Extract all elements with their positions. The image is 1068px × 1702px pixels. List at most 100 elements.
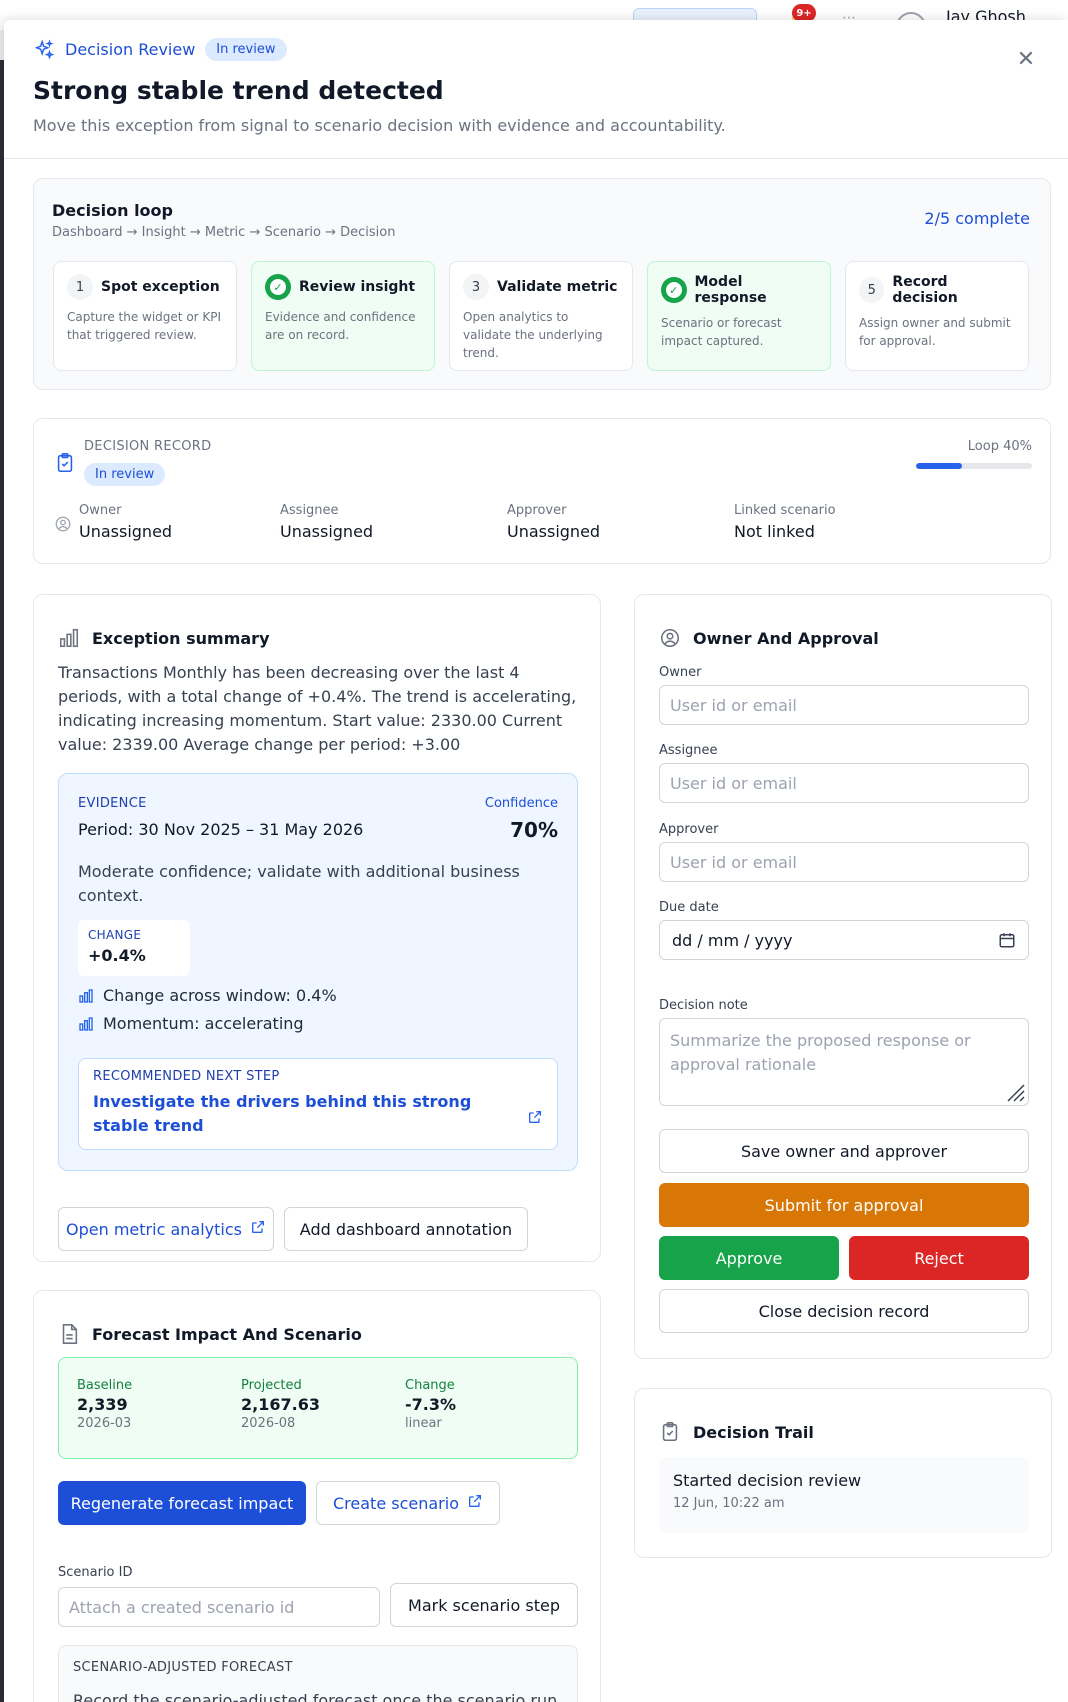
stat-sub: 2026-03 [77,1416,132,1431]
stat-value: 2,167.63 [241,1395,320,1414]
user-circle-icon [54,515,72,533]
field-value: Unassigned [280,522,374,541]
step-description: Scenario or forecast impact captured. [661,316,782,348]
record-assignee: Assignee Unassigned [280,503,373,541]
evidence-label: EVIDENCE [78,796,147,811]
button-label: Open metric analytics [66,1219,242,1239]
bullet-text: Momentum: accelerating [103,1014,304,1033]
step-number: 5 [859,277,885,303]
resize-handle-icon[interactable] [1002,1079,1026,1103]
record-status-badge: In review [84,463,166,486]
step-title: Spot exception [101,279,220,295]
decision-note-textarea[interactable]: Summarize the proposed response or appro… [659,1018,1029,1106]
exception-summary-text: Transactions Monthly has been decreasing… [58,663,577,754]
loop-steps: 1 Spot exception Capture the widget or KP… [53,261,1029,371]
field-value: Unassigned [79,522,173,541]
step-description: Open analytics to validate the underlyin… [463,310,603,360]
record-linked-scenario: Linked scenario Not linked [734,503,836,541]
decision-loop-card: Decision loop Dashboard → Insight → Metr… [33,178,1051,390]
create-scenario-button[interactable]: Create scenario [316,1481,500,1525]
change-value: +0.4% [88,946,146,965]
assignee-input[interactable]: User id or email [659,763,1029,803]
owner-input[interactable]: User id or email [659,685,1029,725]
decision-trail-card: Decision Trail Started decision review 1… [634,1388,1052,1558]
scenario-id-input[interactable]: Attach a created scenario id [58,1587,380,1627]
loop-percent-label: Loop 40% [967,439,1032,454]
step-review-insight[interactable]: ✓ Review insight Evidence and confidence … [251,261,435,371]
field-label: Linked scenario [734,503,836,518]
step-record-decision[interactable]: 5 Record decision Assign owner and submit… [845,261,1029,371]
confidence-value: 70% [510,818,558,842]
field-label: Owner [79,503,122,518]
evidence-bullet: Momentum: accelerating [78,1014,304,1033]
step-spot-exception[interactable]: 1 Spot exception Capture the widget or KP… [53,261,237,371]
open-metric-analytics-button[interactable]: Open metric analytics [58,1207,274,1251]
bar-chart-icon [78,1016,94,1032]
external-link-icon[interactable] [527,1109,543,1125]
evidence-panel: EVIDENCE Period: 30 Nov 2025 – 31 May 20… [58,773,578,1171]
step-validate-metric[interactable]: 3 Validate metric Open analytics to valid… [449,261,633,371]
due-date-placeholder: dd / mm / yyyy [672,930,793,950]
assignee-label: Assignee [659,743,718,758]
change-label: CHANGE [88,928,142,942]
confidence-label: Confidence [484,796,558,811]
status-badge: In review [205,38,287,61]
forecast-stats: Baseline 2,339 2026-03 Projected 2,167.63 20… [58,1357,578,1459]
stat-value: -7.3% [405,1395,457,1414]
step-model-response[interactable]: ✓ Model response Scenario or forecast imp… [647,261,831,371]
page-subtitle: Move this exception from signal to scena… [33,116,726,135]
decision-record-card: DECISION RECORD In review Loop 40% Owner… [33,418,1051,564]
step-title: Validate metric [497,279,618,295]
document-icon [58,1323,80,1345]
trail-entry: Started decision review 12 Jun, 10:22 am [659,1457,1029,1533]
baseline-stat: Baseline 2,339 2026-03 [77,1378,132,1431]
exception-summary-card: Exception summary Transactions Monthly h… [33,594,601,1262]
period-value: 30 Nov 2025 – 31 May 2026 [138,820,364,839]
save-owner-approver-button[interactable]: Save owner and approver [659,1129,1029,1173]
owner-approval-title: Owner And Approval [693,629,879,648]
calendar-icon[interactable] [998,931,1016,949]
drawer-header: Decision Review In review Strong stable … [4,20,1068,159]
decision-record-label: DECISION RECORD [84,439,212,454]
close-decision-record-button[interactable]: Close decision record [659,1289,1029,1333]
trail-entry-text: Started decision review [673,1471,862,1490]
period-prefix: Period: [78,820,139,839]
approve-button[interactable]: Approve [659,1236,839,1280]
stat-label: Baseline [77,1378,133,1393]
approver-input[interactable]: User id or email [659,842,1029,882]
stat-value: 2,339 [77,1395,128,1414]
submit-for-approval-button[interactable]: Submit for approval [659,1183,1029,1227]
check-icon: ✓ [661,277,687,303]
record-owner: Owner Unassigned [79,503,172,541]
regenerate-forecast-button[interactable]: Regenerate forecast impact [58,1481,306,1525]
step-number: 3 [463,274,489,300]
external-link-icon [467,1493,483,1513]
clipboard-check-icon [659,1421,681,1443]
add-dashboard-annotation-button[interactable]: Add dashboard annotation [284,1207,528,1251]
reject-button[interactable]: Reject [849,1236,1029,1280]
due-date-label: Due date [659,900,719,915]
stat-label: Change [405,1378,455,1393]
step-description: Evidence and confidence are on record. [265,310,416,342]
owner-approval-card: Owner And Approval Owner User id or emai… [634,594,1052,1359]
header-label-row: Decision Review In review [33,38,287,61]
step-title: Review insight [299,279,416,295]
field-label: Assignee [280,503,339,518]
adjusted-label: SCENARIO-ADJUSTED FORECAST [73,1660,293,1675]
evidence-bullet: Change across window: 0.4% [78,986,337,1005]
trail-entry-time: 12 Jun, 10:22 am [673,1496,785,1511]
due-date-input[interactable]: dd / mm / yyyy [659,920,1029,960]
close-icon[interactable]: ✕ [1014,48,1038,72]
bar-chart-icon [78,988,94,1004]
loop-progress-fill [916,463,963,469]
next-step-text[interactable]: Investigate the drivers behind this stro… [93,1090,503,1138]
forecast-impact-title: Forecast Impact And Scenario [92,1325,362,1344]
recommended-next-step[interactable]: RECOMMENDED NEXT STEP Investigate the dr… [78,1058,558,1150]
mark-scenario-step-button[interactable]: Mark scenario step [390,1583,578,1627]
approver-label: Approver [659,822,719,837]
page-title: Strong stable trend detected [33,76,444,105]
step-title: Model response [694,274,767,306]
breadcrumb: Dashboard → Insight → Metric → Scenario … [52,225,396,240]
loop-progress-bar [916,463,1032,469]
clipboard-check-icon [54,451,76,475]
